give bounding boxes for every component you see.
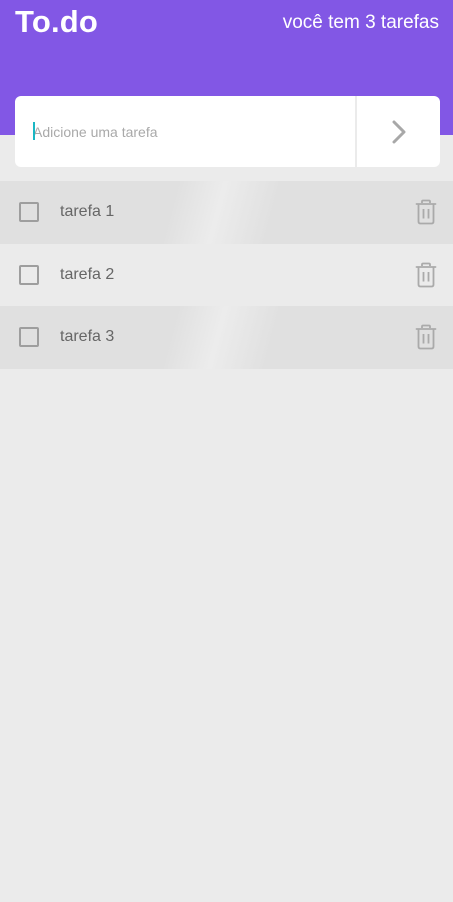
task-label[interactable]: tarefa 3 [60,328,114,346]
chevron-right-icon [392,120,405,143]
delete-task-button[interactable] [413,324,439,350]
task-item: tarefa 2 [0,244,453,307]
trash-icon [415,262,437,288]
task-item: tarefa 3 [0,306,453,369]
task-checkbox[interactable] [19,202,39,223]
new-task-field-wrapper [15,96,355,167]
delete-task-button[interactable] [413,199,439,225]
trash-icon [415,324,437,350]
add-task-button[interactable] [355,96,440,167]
new-task-form [15,96,440,167]
task-label[interactable]: tarefa 2 [60,266,114,284]
task-list: tarefa 1 tarefa 2 tarefa 3 [0,181,453,369]
task-label[interactable]: tarefa 1 [60,203,114,221]
trash-icon [415,199,437,225]
text-caret [33,122,35,140]
task-checkbox[interactable] [19,327,39,348]
task-counter: você tem 3 tarefas [282,12,439,33]
new-task-input[interactable] [15,96,355,167]
task-checkbox[interactable] [19,264,39,285]
task-item: tarefa 1 [0,181,453,244]
delete-task-button[interactable] [413,262,439,288]
app-logo: To.do [15,4,99,39]
